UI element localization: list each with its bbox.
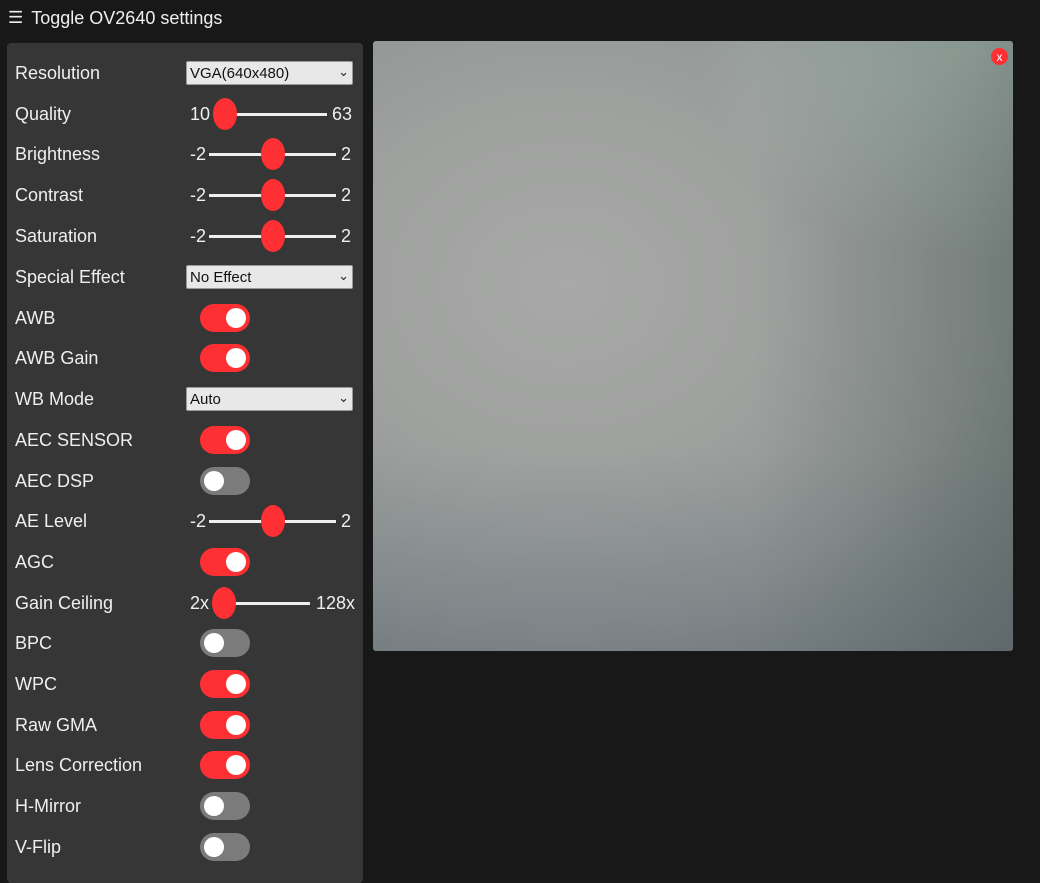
toggle-knob bbox=[204, 633, 224, 653]
saturation-row: Saturation -2 2 bbox=[7, 216, 363, 256]
resolution-row: Resolution VGA(640x480) ⌄ bbox=[7, 53, 363, 93]
quality-max: 63 bbox=[332, 103, 353, 124]
quality-track[interactable] bbox=[224, 113, 327, 116]
toggle-knob bbox=[226, 430, 246, 450]
wpc-row: WPC bbox=[7, 664, 363, 704]
quality-row: Quality 10 63 bbox=[7, 94, 363, 134]
settings-toggle-label: Toggle OV2640 settings bbox=[31, 7, 223, 28]
lens-correction-label: Lens Correction bbox=[15, 754, 143, 775]
bpc-row: BPC bbox=[7, 623, 363, 663]
aec-sensor-toggle[interactable] bbox=[200, 426, 250, 454]
contrast-row: Contrast -2 2 bbox=[7, 175, 363, 215]
awb-gain-toggle[interactable] bbox=[200, 344, 250, 372]
aec-dsp-label: AEC DSP bbox=[15, 470, 95, 491]
awb-row: AWB bbox=[7, 298, 363, 338]
awb-gain-label: AWB Gain bbox=[15, 347, 99, 368]
wb-mode-row: WB Mode Auto ⌄ bbox=[7, 379, 363, 419]
special-effect-label: Special Effect bbox=[15, 266, 125, 287]
close-icon: x bbox=[996, 49, 1003, 64]
ae-level-label: AE Level bbox=[15, 510, 88, 531]
wpc-label: WPC bbox=[15, 673, 57, 694]
resolution-label: Resolution bbox=[15, 62, 101, 83]
brightness-row: Brightness -2 2 bbox=[7, 134, 363, 174]
raw-gma-toggle[interactable] bbox=[200, 711, 250, 739]
stream-shadow-bottom bbox=[373, 451, 1013, 651]
wb-mode-value: Auto bbox=[190, 390, 221, 408]
v-flip-toggle[interactable] bbox=[200, 833, 250, 861]
contrast-slider-thumb[interactable] bbox=[261, 179, 285, 211]
aec-sensor-label: AEC SENSOR bbox=[15, 429, 134, 450]
v-flip-row: V-Flip bbox=[7, 827, 363, 867]
aec-dsp-toggle[interactable] bbox=[200, 467, 250, 495]
toggle-knob bbox=[226, 674, 246, 694]
settings-toggle[interactable]: ☰ Toggle OV2640 settings bbox=[0, 0, 408, 36]
brightness-label: Brightness bbox=[15, 143, 101, 164]
gain-ceiling-slider-thumb[interactable] bbox=[212, 587, 236, 619]
toggle-knob bbox=[204, 471, 224, 491]
saturation-min: -2 bbox=[190, 225, 207, 246]
lens-correction-row: Lens Correction bbox=[7, 745, 363, 785]
gain-ceiling-label: Gain Ceiling bbox=[15, 592, 114, 613]
quality-label: Quality bbox=[15, 103, 72, 124]
brightness-min: -2 bbox=[190, 143, 207, 164]
agc-toggle[interactable] bbox=[200, 548, 250, 576]
wpc-toggle[interactable] bbox=[200, 670, 250, 698]
saturation-slider-thumb[interactable] bbox=[261, 220, 285, 252]
close-stream-button[interactable]: x bbox=[991, 48, 1008, 65]
ae-level-min: -2 bbox=[190, 510, 207, 531]
wb-mode-label: WB Mode bbox=[15, 388, 95, 409]
resolution-select[interactable]: VGA(640x480) ⌄ bbox=[186, 61, 353, 85]
bpc-toggle[interactable] bbox=[200, 629, 250, 657]
wb-mode-select[interactable]: Auto ⌄ bbox=[186, 387, 353, 411]
h-mirror-toggle[interactable] bbox=[200, 792, 250, 820]
gain-ceiling-min: 2x bbox=[190, 592, 210, 613]
contrast-label: Contrast bbox=[15, 184, 84, 205]
brightness-slider-thumb[interactable] bbox=[261, 138, 285, 170]
quality-slider-thumb[interactable] bbox=[213, 98, 237, 130]
ae-level-row: AE Level -2 2 bbox=[7, 501, 363, 541]
chevron-down-icon: ⌄ bbox=[338, 268, 349, 283]
toggle-knob bbox=[226, 715, 246, 735]
toggle-knob bbox=[226, 348, 246, 368]
agc-row: AGC bbox=[7, 542, 363, 582]
ae-level-max: 2 bbox=[341, 510, 352, 531]
bpc-label: BPC bbox=[15, 632, 53, 653]
aec-sensor-row: AEC SENSOR bbox=[7, 420, 363, 460]
aec-dsp-row: AEC DSP bbox=[7, 461, 363, 501]
special-effect-select[interactable]: No Effect ⌄ bbox=[186, 265, 353, 289]
lens-correction-toggle[interactable] bbox=[200, 751, 250, 779]
raw-gma-label: Raw GMA bbox=[15, 714, 98, 735]
menu-icon: ☰ bbox=[8, 8, 24, 27]
quality-min: 10 bbox=[190, 103, 211, 124]
toggle-knob bbox=[204, 837, 224, 857]
v-flip-label: V-Flip bbox=[15, 836, 62, 857]
gain-ceiling-row: Gain Ceiling 2x 128x bbox=[7, 583, 363, 623]
agc-label: AGC bbox=[15, 551, 55, 572]
chevron-down-icon: ⌄ bbox=[338, 390, 349, 405]
special-effect-value: No Effect bbox=[190, 268, 252, 286]
special-effect-row: Special Effect No Effect ⌄ bbox=[7, 257, 363, 297]
h-mirror-label: H-Mirror bbox=[15, 795, 81, 816]
toggle-knob bbox=[226, 755, 246, 775]
chevron-down-icon: ⌄ bbox=[338, 64, 349, 79]
contrast-min: -2 bbox=[190, 184, 207, 205]
awb-toggle[interactable] bbox=[200, 304, 250, 332]
camera-stream-image bbox=[373, 41, 1013, 651]
saturation-label: Saturation bbox=[15, 225, 98, 246]
toggle-knob bbox=[204, 796, 224, 816]
resolution-value: VGA(640x480) bbox=[190, 64, 290, 82]
awb-label: AWB bbox=[15, 307, 56, 328]
saturation-max: 2 bbox=[341, 225, 352, 246]
ae-level-slider-thumb[interactable] bbox=[261, 505, 285, 537]
settings-panel: Resolution VGA(640x480) ⌄ Quality 10 63 … bbox=[7, 43, 363, 883]
gain-ceiling-max: 128x bbox=[316, 592, 356, 613]
h-mirror-row: H-Mirror bbox=[7, 786, 363, 826]
brightness-max: 2 bbox=[341, 143, 352, 164]
toggle-knob bbox=[226, 552, 246, 572]
raw-gma-row: Raw GMA bbox=[7, 705, 363, 745]
awb-gain-row: AWB Gain bbox=[7, 338, 363, 378]
toggle-knob bbox=[226, 308, 246, 328]
contrast-max: 2 bbox=[341, 184, 352, 205]
